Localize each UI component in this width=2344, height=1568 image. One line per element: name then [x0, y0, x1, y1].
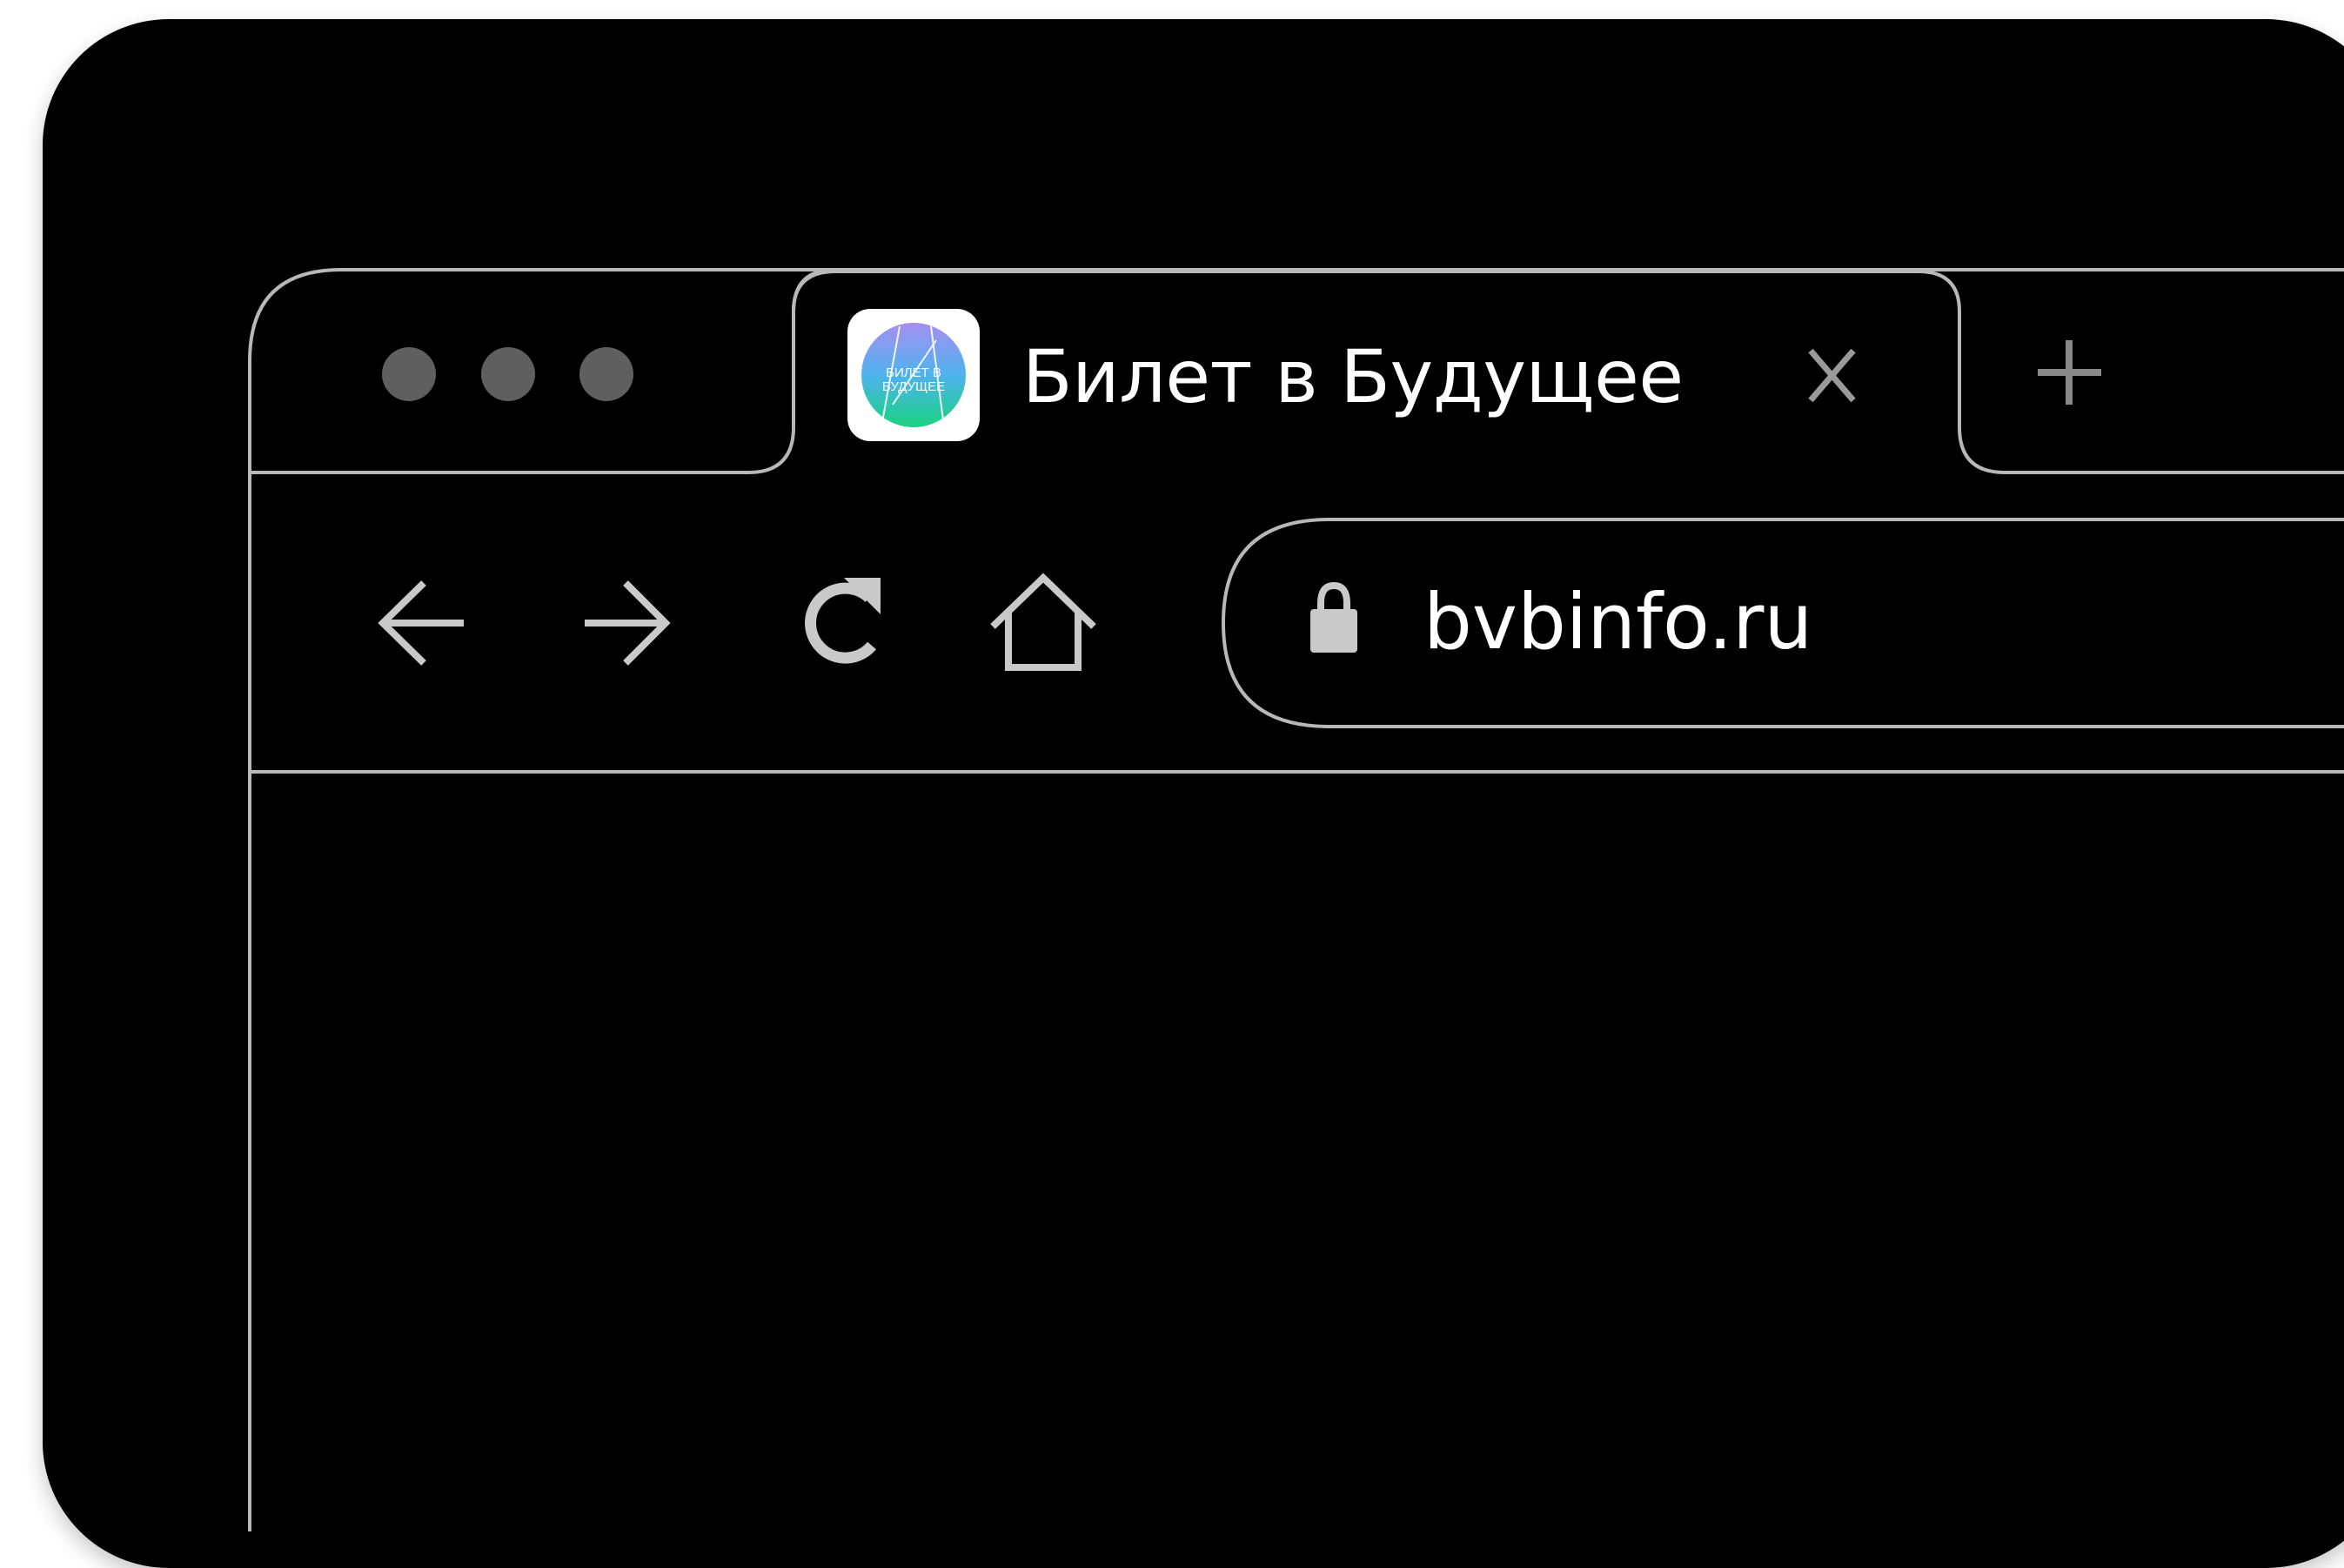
dot[interactable] [481, 347, 535, 401]
plus-icon[interactable] [2038, 340, 2101, 405]
browser-window-frame [248, 268, 2344, 1531]
arrow-right-icon[interactable] [585, 580, 671, 666]
arrow-left-icon[interactable] [378, 580, 464, 666]
dot[interactable] [382, 347, 436, 401]
reload-icon[interactable] [805, 578, 881, 664]
tabstrip-line-left [250, 268, 836, 474]
home-icon[interactable] [990, 573, 1096, 671]
dot[interactable] [579, 347, 633, 401]
window-controls [382, 347, 633, 401]
address-bar[interactable] [1223, 519, 2344, 727]
tab-bilet-v-budushchee[interactable] [794, 271, 1959, 472]
